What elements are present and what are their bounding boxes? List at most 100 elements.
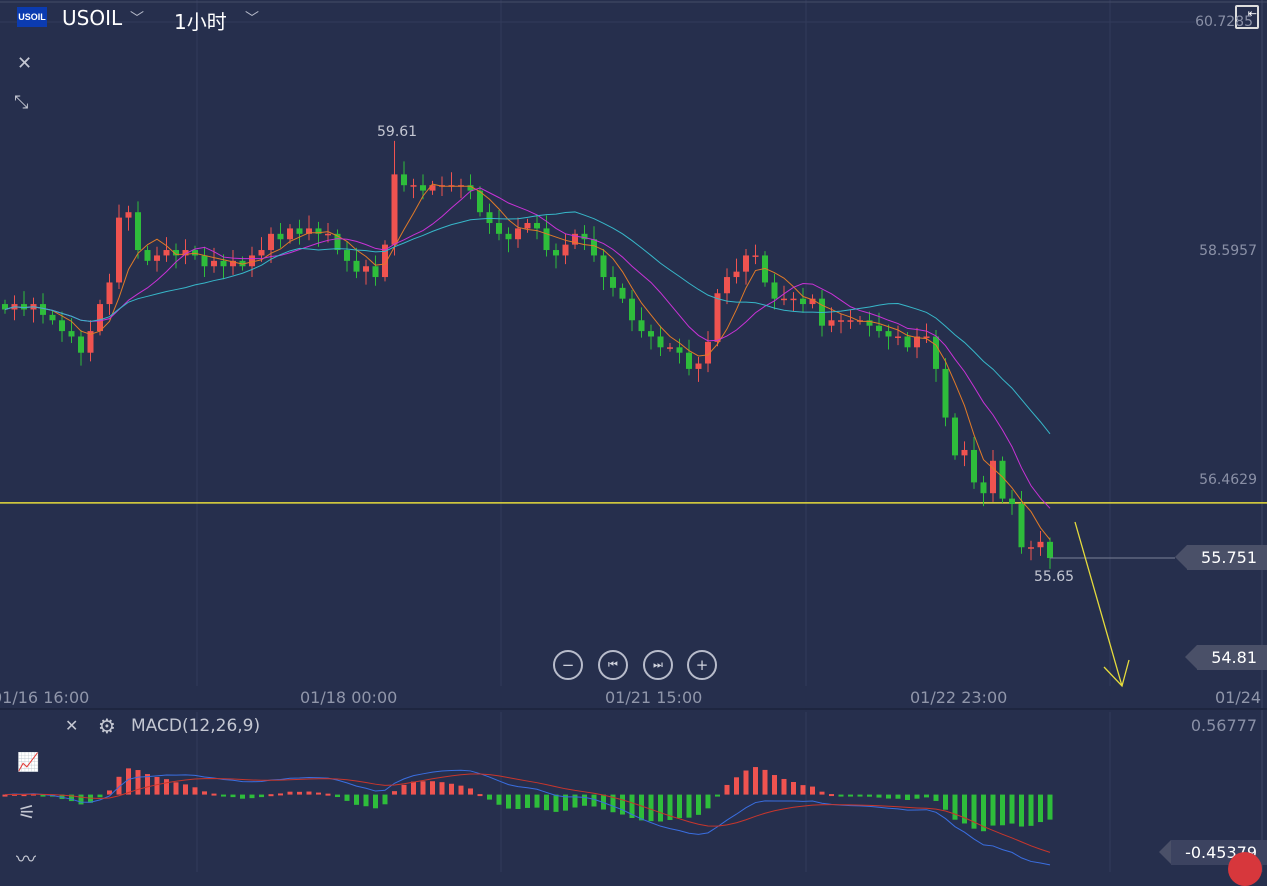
candle-body (952, 417, 958, 456)
candle-body (106, 282, 113, 305)
macd-histogram-bar (838, 794, 844, 797)
candle-body (325, 233, 331, 236)
candle-body (353, 260, 360, 272)
macd-histogram-bar (525, 794, 530, 808)
candle-body (895, 336, 901, 338)
candle-body (828, 320, 835, 326)
macd-histogram-bar (382, 794, 388, 805)
candle-body (1037, 541, 1044, 548)
candle-body (21, 304, 27, 310)
macd-histogram-bar (316, 792, 321, 795)
macd-histogram-bar (990, 794, 996, 826)
macd-histogram-bar (1047, 794, 1053, 820)
gear-icon[interactable]: ⚙ (98, 714, 116, 738)
chevron-down-icon[interactable]: ﹀ (130, 8, 144, 28)
symbol-selector[interactable]: USOIL (62, 6, 122, 30)
scroll-back-button[interactable]: ⏮ (598, 650, 628, 680)
macd-histogram-bar (164, 779, 169, 795)
candle-body (78, 336, 84, 353)
macd-histogram-bar (924, 794, 929, 798)
symbol-logo: USOIL (17, 7, 47, 27)
macd-histogram-bar (724, 784, 730, 795)
candle-body (401, 174, 407, 186)
scroll-forward-button[interactable]: ⏭ (643, 650, 673, 680)
macd-histogram-bar (392, 791, 397, 795)
candle-body (534, 223, 540, 229)
zoom-out-button[interactable]: − (553, 650, 583, 680)
macd-histogram-bar (620, 794, 625, 815)
macd-histogram-bar (886, 794, 891, 799)
candle-body (933, 336, 939, 369)
zoom-in-button[interactable]: + (687, 650, 717, 680)
candle-body (125, 212, 132, 218)
candle-body (553, 250, 559, 256)
close-icon[interactable]: ✕ (17, 53, 32, 74)
macd-histogram-bar (1028, 794, 1034, 826)
macd-histogram-bar (686, 794, 692, 818)
macd-histogram-bar (544, 794, 549, 811)
macd-histogram-bar (173, 782, 179, 795)
macd-histogram-bar (354, 794, 359, 805)
candle-body (59, 320, 65, 332)
macd-histogram-bar (487, 794, 492, 800)
candle-body (942, 368, 949, 418)
price-chart[interactable] (0, 0, 1267, 872)
macd-histogram-bar (183, 784, 188, 795)
compass-icon[interactable]: ⚟ (18, 800, 36, 824)
low-annotation: 55.65 (1034, 569, 1075, 585)
candle-body (695, 363, 702, 369)
macd-histogram-bar (401, 784, 407, 795)
ma20-line (4, 211, 1051, 435)
timeframe-selector[interactable]: 1小时 (174, 6, 227, 35)
macd-histogram-bar (268, 794, 274, 797)
macd-histogram-bar (325, 793, 331, 796)
candle-body (961, 449, 968, 456)
candle-body (1018, 504, 1025, 548)
chart-indicator-icon[interactable]: 📈 (17, 752, 39, 773)
macd-histogram-bar (249, 794, 255, 799)
candle-body (752, 255, 759, 257)
candle-body (344, 250, 350, 261)
macd-histogram-bar (230, 794, 236, 798)
macd-histogram-bar (449, 783, 454, 795)
macd-histogram-bar (1019, 794, 1024, 827)
macd-histogram-bar (705, 794, 711, 809)
candle-body (638, 320, 645, 332)
chevron-down-icon[interactable]: ﹀ (245, 8, 259, 28)
candle-body (277, 233, 284, 240)
candle-body (648, 331, 654, 337)
time-tick: 01/16 16:00 (0, 688, 90, 707)
candle-body (876, 325, 882, 332)
macd-histogram-bar (734, 777, 739, 795)
candle-body (923, 336, 930, 338)
collapse-arrows-icon[interactable]: ⤡ (14, 92, 28, 113)
candle-body (372, 266, 379, 278)
macd-histogram-bar (259, 794, 264, 798)
candle-body (724, 277, 730, 294)
macd-histogram-bar (363, 794, 369, 807)
price-tick: 58.5957 (1199, 243, 1257, 259)
close-indicator-icon[interactable]: ✕ (65, 716, 78, 735)
candle-body (410, 185, 417, 187)
candle-body (686, 352, 692, 369)
candle-body (714, 293, 721, 342)
macd-histogram-bar (135, 770, 141, 795)
candle-body (667, 347, 673, 349)
app-badge-icon[interactable] (1228, 852, 1262, 886)
candle-body (838, 320, 844, 322)
high-annotation: 59.61 (377, 124, 418, 140)
macd-dif-line (4, 769, 1051, 866)
candle-body (657, 336, 664, 348)
macd-histogram-bar (306, 791, 312, 795)
macd-histogram-bar (658, 794, 663, 822)
pulse-icon[interactable]: 〰 (16, 843, 36, 872)
candle-body (116, 217, 122, 283)
macd-histogram-bar (439, 782, 445, 795)
macd-histogram-bar (743, 770, 749, 795)
macd-histogram-bar (800, 785, 806, 795)
macd-histogram-bar (411, 781, 416, 795)
macd-histogram-bar (278, 793, 283, 796)
macd-histogram-bar (696, 794, 701, 815)
candle-body (543, 228, 550, 251)
candle-body (885, 331, 892, 337)
